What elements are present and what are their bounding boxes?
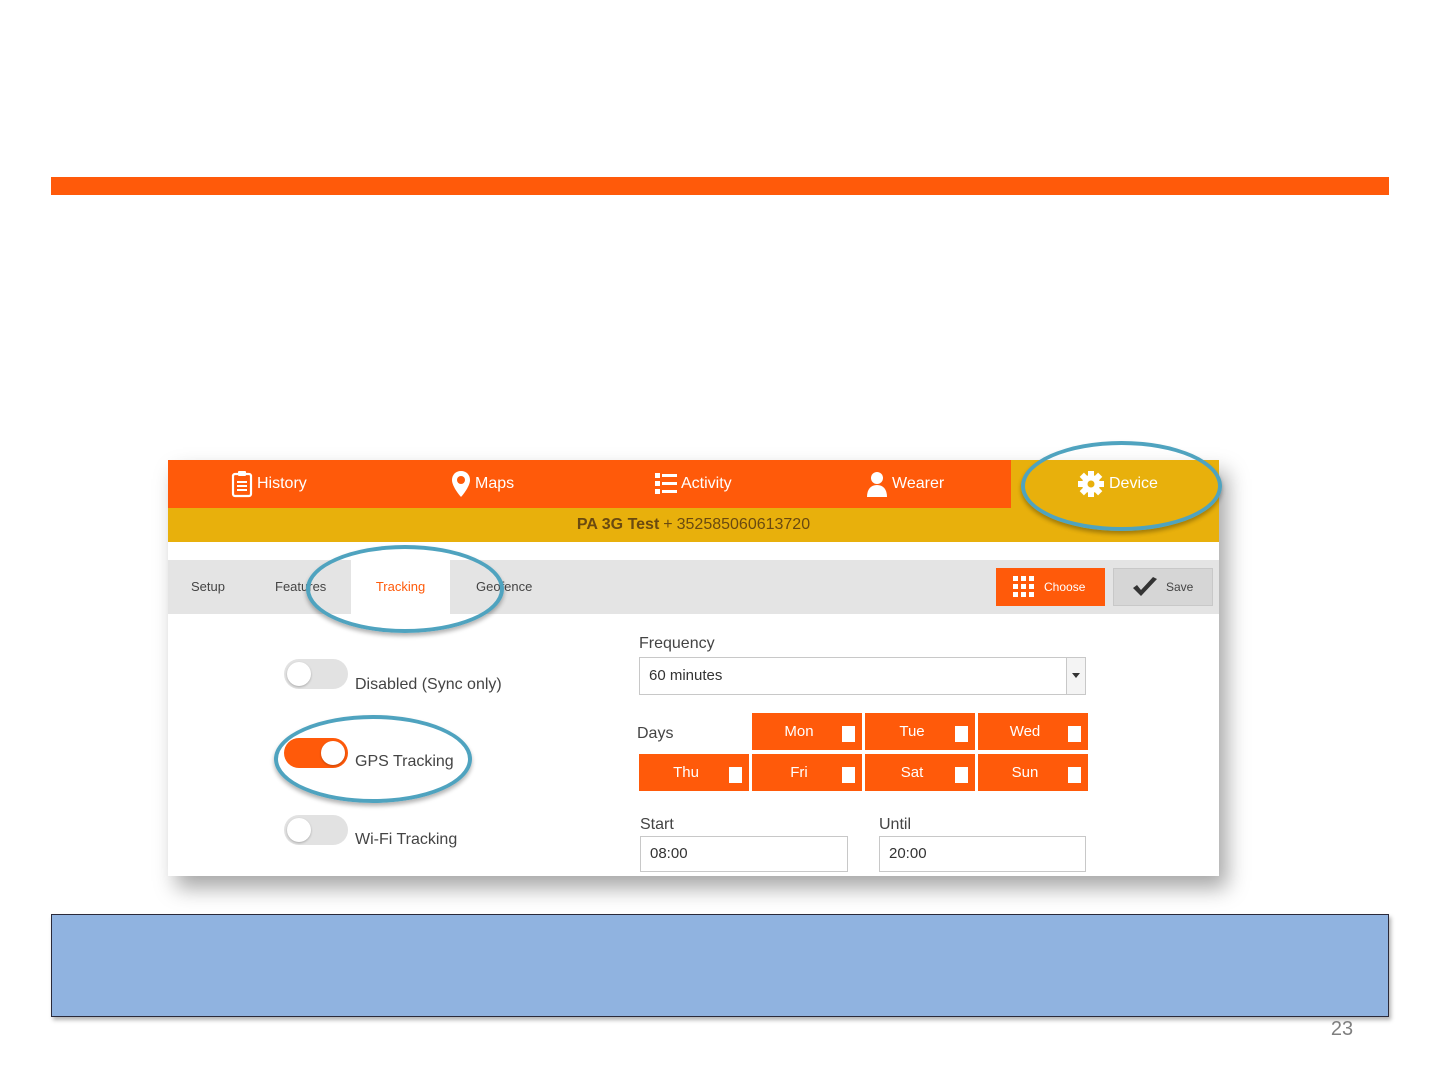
wifi-tracking-toggle[interactable] xyxy=(284,815,348,845)
highlight-ring-gps xyxy=(274,715,472,803)
chevron-down-icon[interactable] xyxy=(1066,658,1085,694)
day-sun-checkbox[interactable] xyxy=(1068,767,1081,783)
nav-maps[interactable]: Maps xyxy=(451,460,514,508)
day-mon-label: Mon xyxy=(784,723,814,740)
day-tue-checkbox[interactable] xyxy=(955,726,968,742)
disabled-sync-label: Disabled (Sync only) xyxy=(355,676,502,693)
device-separator: + xyxy=(663,516,673,533)
tab-setup[interactable]: Setup xyxy=(191,560,225,614)
day-thu-label: Thu xyxy=(673,764,699,781)
list-icon xyxy=(655,473,677,494)
nav-maps-label: Maps xyxy=(475,475,515,492)
day-sat-checkbox[interactable] xyxy=(955,767,968,783)
nav-history[interactable]: History xyxy=(231,460,307,508)
day-fri[interactable]: Fri xyxy=(752,754,862,791)
frequency-value: 60 minutes xyxy=(649,667,723,684)
caption-box xyxy=(51,914,1389,1017)
days-label: Days xyxy=(637,725,674,742)
header-accent-bar xyxy=(51,177,1389,195)
grid-icon xyxy=(1013,576,1034,597)
save-button-label: Save xyxy=(1166,580,1194,594)
day-mon[interactable]: Mon xyxy=(752,713,862,750)
day-thu[interactable]: Thu xyxy=(639,754,749,791)
day-sun[interactable]: Sun xyxy=(978,754,1088,791)
start-label: Start xyxy=(640,816,674,833)
day-sat[interactable]: Sat xyxy=(865,754,975,791)
day-mon-checkbox[interactable] xyxy=(842,726,855,742)
disabled-sync-toggle[interactable] xyxy=(284,659,348,689)
save-button[interactable]: Save xyxy=(1113,568,1213,606)
frequency-label: Frequency xyxy=(639,635,715,652)
nav-activity[interactable]: Activity xyxy=(655,460,732,508)
day-fri-checkbox[interactable] xyxy=(842,767,855,783)
checkmark-icon xyxy=(1133,577,1157,596)
day-tue[interactable]: Tue xyxy=(865,713,975,750)
highlight-ring-tracking xyxy=(306,545,504,633)
choose-button[interactable]: Choose xyxy=(996,568,1105,606)
page-number: 23 xyxy=(1330,1018,1354,1040)
day-wed-label: Wed xyxy=(1009,723,1041,740)
highlight-ring-device xyxy=(1021,441,1222,531)
start-time-input[interactable]: 08:00 xyxy=(640,836,848,872)
day-wed[interactable]: Wed xyxy=(978,713,1088,750)
map-pin-icon xyxy=(452,471,470,497)
nav-history-label: History xyxy=(257,475,307,492)
day-sun-label: Sun xyxy=(1011,764,1039,781)
app-screenshot-panel: History Maps Activity Wearer Device PA 3… xyxy=(168,460,1219,876)
nav-wearer-label: Wearer xyxy=(892,475,945,492)
until-label: Until xyxy=(879,816,912,833)
nav-activity-label: Activity xyxy=(681,475,732,492)
wifi-tracking-label: Wi-Fi Tracking xyxy=(355,831,458,848)
day-wed-checkbox[interactable] xyxy=(1068,726,1081,742)
clipboard-icon xyxy=(231,471,253,498)
nav-wearer[interactable]: Wearer xyxy=(866,460,944,508)
day-tue-label: Tue xyxy=(899,723,925,740)
day-thu-checkbox[interactable] xyxy=(729,767,742,783)
day-fri-label: Fri xyxy=(790,764,808,781)
day-sat-label: Sat xyxy=(900,764,924,781)
device-name: PA 3G Test xyxy=(576,516,660,533)
person-icon xyxy=(867,472,887,497)
choose-button-label: Choose xyxy=(1044,580,1086,594)
device-id: 352585060613720 xyxy=(676,516,811,533)
until-time-input[interactable]: 20:00 xyxy=(879,836,1086,872)
frequency-select[interactable]: 60 minutes xyxy=(639,657,1086,695)
